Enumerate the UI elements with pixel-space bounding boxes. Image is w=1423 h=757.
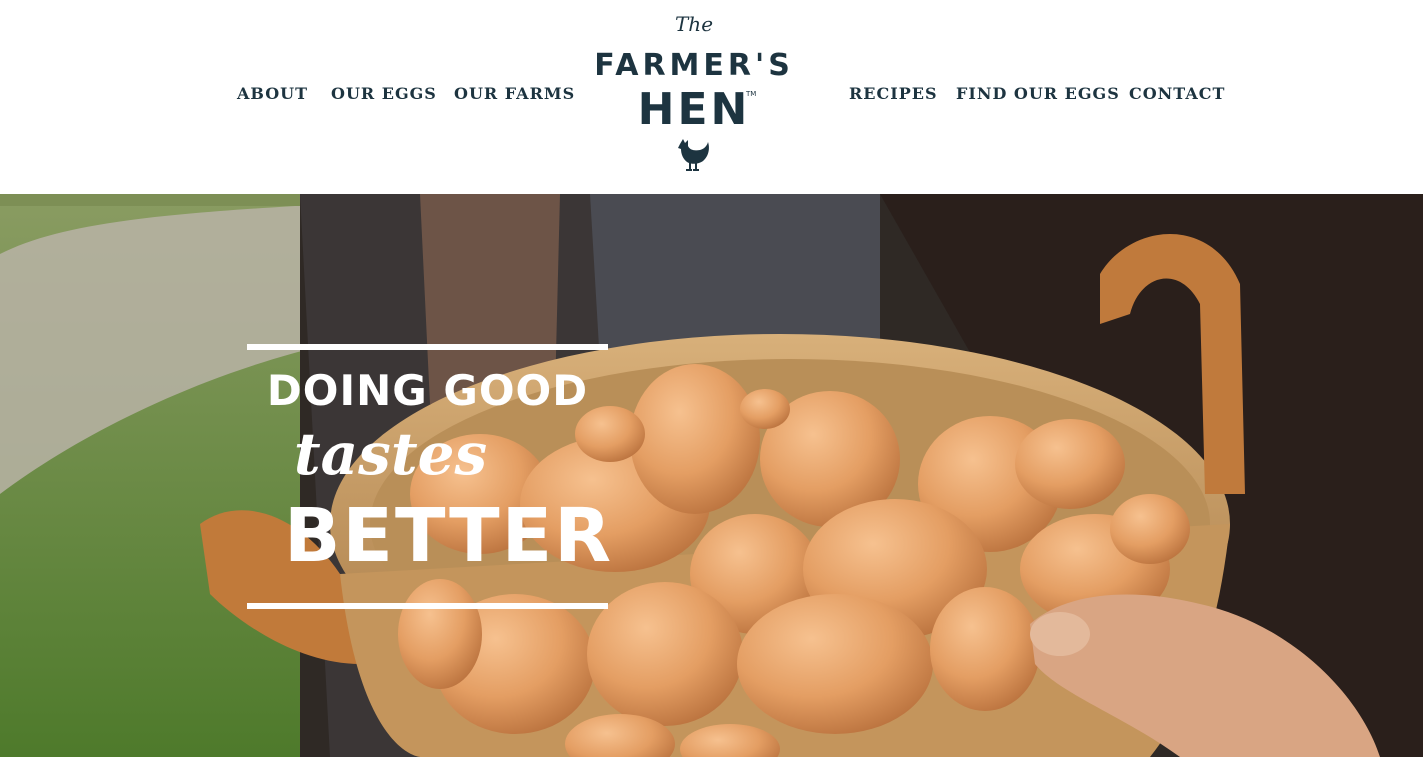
nav-contact[interactable]: CONTACT (1129, 84, 1225, 104)
site-header: ABOUT OUR EGGS OUR FARMS The FARMER'S HE… (0, 0, 1423, 194)
hen-icon (678, 139, 709, 171)
hero-banner: DOING GOOD tastes BETTER (0, 194, 1423, 757)
nav-our-farms[interactable]: OUR FARMS (454, 84, 575, 104)
tagline-top-rule (247, 344, 608, 350)
hero-headline-line3: BETTER (284, 493, 614, 579)
logo-farmers: FARMER'S (594, 48, 794, 83)
hero-headline-line2: tastes (293, 420, 488, 488)
farmers-hen-logo[interactable]: The FARMER'S HEN TM (590, 8, 798, 180)
hero-headline-line1: DOING GOOD (266, 366, 589, 415)
nav-find-our-eggs[interactable]: FIND OUR EGGS (956, 84, 1120, 104)
logo-trademark: TM (746, 90, 757, 98)
logo-the: The (674, 12, 714, 36)
tagline-bottom-rule (247, 603, 608, 609)
nav-about[interactable]: ABOUT (237, 84, 308, 104)
logo-hen: HEN (637, 84, 751, 135)
nav-our-eggs[interactable]: OUR EGGS (331, 84, 437, 104)
nav-recipes[interactable]: RECIPES (849, 84, 938, 104)
